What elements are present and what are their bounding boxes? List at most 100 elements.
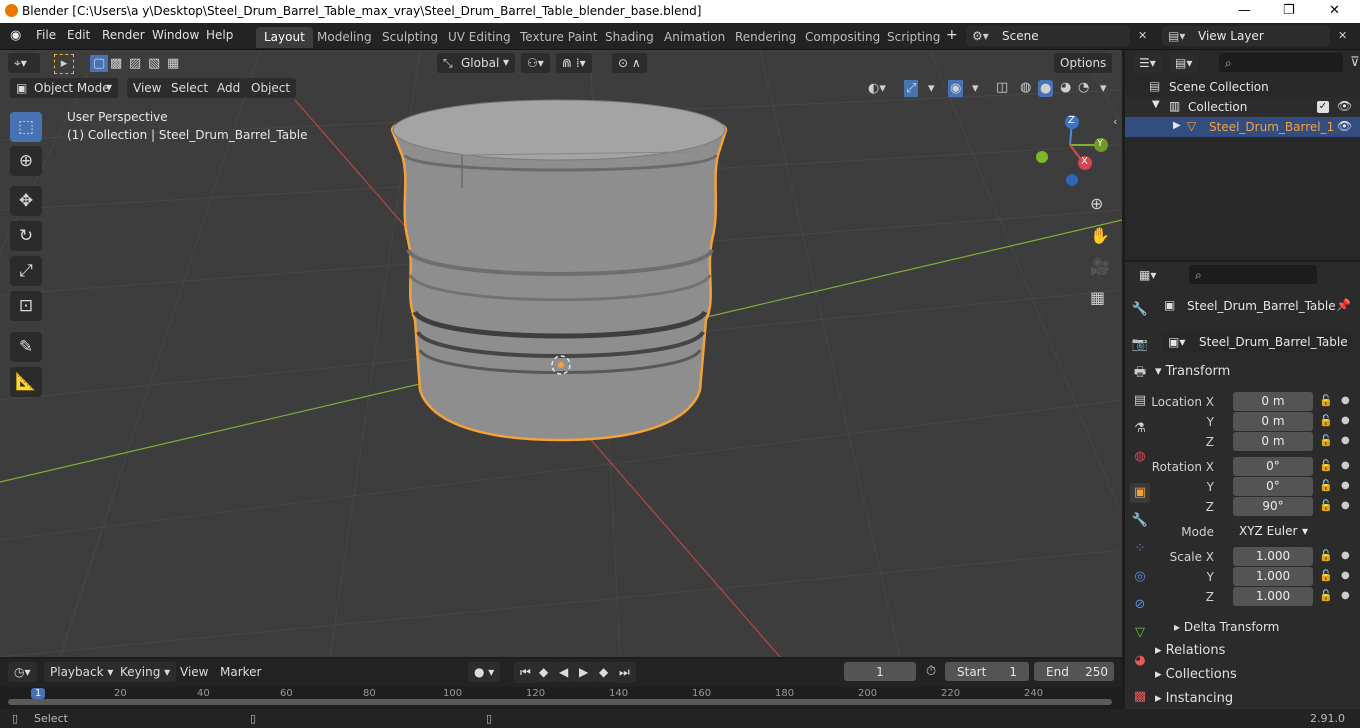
rotation-mode-dropdown[interactable]: XYZ Euler ▾ [1233, 522, 1313, 541]
current-frame-field[interactable]: 1 [844, 662, 916, 681]
orthographic-toggle-icon[interactable]: ▦ [1090, 290, 1105, 306]
barrel-object[interactable] [390, 99, 728, 442]
move-tool-icon[interactable]: ✥ [10, 186, 42, 216]
rendered-shading-icon[interactable]: ◔ [1078, 81, 1089, 94]
keyframe-dot-icon[interactable]: ● [1341, 460, 1350, 471]
view-layer-selector[interactable]: ▤▾ View Layer [1162, 26, 1330, 46]
snap-icon[interactable]: ⋒ ⁞▾ [556, 53, 592, 73]
gizmo-dropdown-icon[interactable]: ▾ [928, 82, 935, 95]
output-tab-icon[interactable]: 🖶 [1130, 363, 1150, 383]
shading-dropdown-icon[interactable]: ▾ [1100, 82, 1107, 95]
solid-shading-icon[interactable]: ● [1038, 80, 1054, 97]
keyframe-dot-icon[interactable]: ● [1341, 500, 1350, 511]
keyframe-dot-icon[interactable]: ● [1341, 435, 1350, 446]
filter-icon[interactable]: ⊽ [1350, 56, 1360, 69]
menu-render[interactable]: Render [102, 28, 145, 42]
collections-section[interactable]: ▸ Collections [1155, 667, 1237, 682]
object-name-field[interactable]: ▣▾ Steel_Drum_Barrel_Table [1162, 332, 1352, 352]
keyframe-dot-icon[interactable]: ● [1341, 415, 1350, 426]
close-button[interactable]: ✕ [1329, 3, 1340, 18]
menu-edit[interactable]: Edit [67, 28, 90, 42]
end-frame-field[interactable]: End 250 [1034, 662, 1114, 681]
minimize-button[interactable]: — [1238, 3, 1251, 18]
prev-keyframe-icon[interactable]: ◆ [533, 662, 555, 682]
menu-add[interactable]: Add [211, 78, 247, 98]
select-tool-icon[interactable]: ⬚ [10, 112, 42, 142]
material-tab-icon[interactable]: ◕ [1130, 651, 1150, 671]
lock-icon[interactable]: 🔓 [1319, 434, 1333, 447]
view-layer-close-icon[interactable]: ✕ [1338, 30, 1347, 41]
tab-scripting[interactable]: Scripting [879, 27, 948, 48]
timeline-scrollbar[interactable] [8, 699, 1112, 705]
selection-mode-invert-icon[interactable]: ▧ [148, 57, 160, 70]
selection-mode-subtract-icon[interactable]: ▨ [129, 57, 141, 70]
proportional-editing-icon[interactable]: ⊙ ∧ [612, 53, 647, 73]
select-box-icon[interactable]: ▸ [54, 54, 74, 74]
keyframe-dot-icon[interactable]: ● [1341, 570, 1350, 581]
selection-mode-new-icon[interactable]: ▢ [90, 55, 109, 72]
xray-icon[interactable]: ◫ [996, 81, 1008, 94]
menu-playback[interactable]: Playback ▾ [44, 662, 120, 682]
menu-file[interactable]: File [36, 28, 56, 42]
selection-mode-extend-icon[interactable]: ▩ [110, 57, 122, 70]
scale-x-field[interactable]: 1.000 [1233, 547, 1313, 566]
wireframe-shading-icon[interactable]: ◍ [1020, 81, 1031, 94]
rotation-x-field[interactable]: 0° [1233, 457, 1313, 476]
scene-selector[interactable]: ⚙▾ Scene [966, 26, 1130, 46]
lock-icon[interactable]: 🔓 [1319, 549, 1333, 562]
start-frame-field[interactable]: Start 1 [945, 662, 1029, 681]
collection-exclude-checkbox[interactable]: ✓ [1317, 101, 1329, 113]
rotate-tool-icon[interactable]: ↻ [10, 221, 42, 251]
keyframe-dot-icon[interactable]: ● [1341, 550, 1350, 561]
overlays-toggle-icon[interactable]: ◉ [948, 80, 964, 97]
options-dropdown[interactable]: Options [1054, 53, 1113, 73]
data-tab-icon[interactable]: ▽ [1130, 623, 1150, 643]
play-reverse-icon[interactable]: ◀ [553, 662, 575, 682]
outliner-row-collection[interactable]: ▼ ▥ Collection ✓ 👁 [1125, 97, 1360, 117]
menu-marker[interactable]: Marker [214, 662, 267, 682]
scale-tool-icon[interactable]: ⤢ [10, 256, 42, 286]
add-workspace-button[interactable]: + [946, 27, 958, 43]
editor-type-button[interactable]: ⌖▾ [8, 53, 40, 73]
menu-keying[interactable]: Keying ▾ [114, 662, 177, 682]
outliner-search-input[interactable]: ⌕ [1219, 53, 1343, 72]
keyframe-dot-icon[interactable]: ● [1341, 590, 1350, 601]
location-y-field[interactable]: 0 m [1233, 412, 1313, 431]
tab-layout[interactable]: Layout [256, 27, 313, 48]
instancing-section[interactable]: ▸ Instancing [1155, 691, 1233, 706]
auto-keying-icon[interactable]: ● ▾ [468, 662, 501, 682]
tab-shading[interactable]: Shading [597, 27, 662, 48]
transform-section-header[interactable]: ▾ Transform [1155, 364, 1230, 379]
lock-icon[interactable]: 🔓 [1319, 394, 1333, 407]
menu-help[interactable]: Help [206, 28, 233, 42]
lock-icon[interactable]: 🔓 [1319, 569, 1333, 582]
lock-icon[interactable]: 🔓 [1319, 459, 1333, 472]
keyframe-dot-icon[interactable]: ● [1341, 480, 1350, 491]
frame-ruler[interactable]: 1 20 40 60 80 100 120 140 160 180 200 22… [0, 687, 1122, 709]
tab-texture-paint[interactable]: Texture Paint [512, 27, 605, 48]
3d-viewport[interactable]: Z Y X ⌖▾ ▣ Object Mode ▾ View Select Add… [0, 50, 1122, 657]
stopwatch-icon[interactable]: ⏱ [926, 665, 936, 678]
menu-timeline-view[interactable]: View [174, 662, 214, 682]
tab-modeling[interactable]: Modeling [309, 27, 380, 48]
play-icon[interactable]: ▶ [573, 662, 595, 682]
overlays-dropdown-icon[interactable]: ▾ [972, 82, 979, 95]
menu-view[interactable]: View [127, 78, 168, 98]
lock-icon[interactable]: 🔓 [1319, 479, 1333, 492]
scale-y-field[interactable]: 1.000 [1233, 567, 1313, 586]
material-shading-icon[interactable]: ◕ [1060, 81, 1071, 94]
display-mode-icon[interactable]: ▤▾ [1169, 53, 1199, 73]
annotate-tool-icon[interactable]: ✎ [10, 332, 42, 362]
zoom-icon[interactable]: ⊕ [1090, 196, 1103, 212]
location-x-field[interactable]: 0 m [1233, 392, 1313, 411]
keyframe-dot-icon[interactable]: ● [1341, 395, 1350, 406]
cursor-tool-icon[interactable]: ⊕ [10, 146, 42, 176]
collection-visibility-icon[interactable]: 👁 [1337, 99, 1352, 113]
sidebar-toggle-icon[interactable]: ‹ [1113, 116, 1117, 127]
scene-close-icon[interactable]: ✕ [1138, 30, 1147, 41]
tab-compositing[interactable]: Compositing [797, 27, 888, 48]
render-tab-icon[interactable]: 📷 [1130, 335, 1150, 355]
mode-dropdown[interactable]: ▣ Object Mode ▾ [10, 78, 118, 98]
location-z-field[interactable]: 0 m [1233, 432, 1313, 451]
rotation-y-field[interactable]: 0° [1233, 477, 1313, 496]
